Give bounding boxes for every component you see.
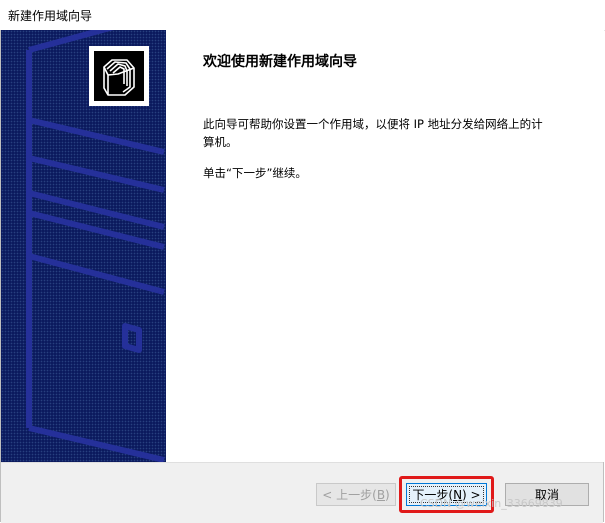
back-button-label: < 上一步( bbox=[322, 488, 377, 502]
button-bar: < 上一步(B) 下一步(N) > 取消 bbox=[1, 462, 603, 523]
wizard-description: 此向导可帮助你设置一个作用域，以便将 IP 地址分发给网络上的计算机。 bbox=[203, 117, 543, 149]
wizard-content: 欢迎使用新建作用域向导 此向导可帮助你设置一个作用域，以便将 IP 地址分发给网… bbox=[166, 30, 604, 462]
wizard-hint: 单击“下一步”继续。 bbox=[203, 166, 307, 180]
wizard-side-panel bbox=[1, 30, 166, 462]
page-title: 欢迎使用新建作用域向导 bbox=[203, 54, 357, 70]
window-title: 新建作用域向导 bbox=[8, 9, 93, 23]
title-bar: 新建作用域向导 bbox=[0, 0, 605, 31]
watermark: CSDN @weixin_33669839 bbox=[420, 497, 563, 510]
back-button-accelerator: B bbox=[376, 487, 386, 502]
back-button-label-end: ) bbox=[385, 487, 390, 502]
back-button[interactable]: < 上一步(B) bbox=[316, 483, 396, 506]
folder-stack-icon bbox=[89, 46, 149, 106]
